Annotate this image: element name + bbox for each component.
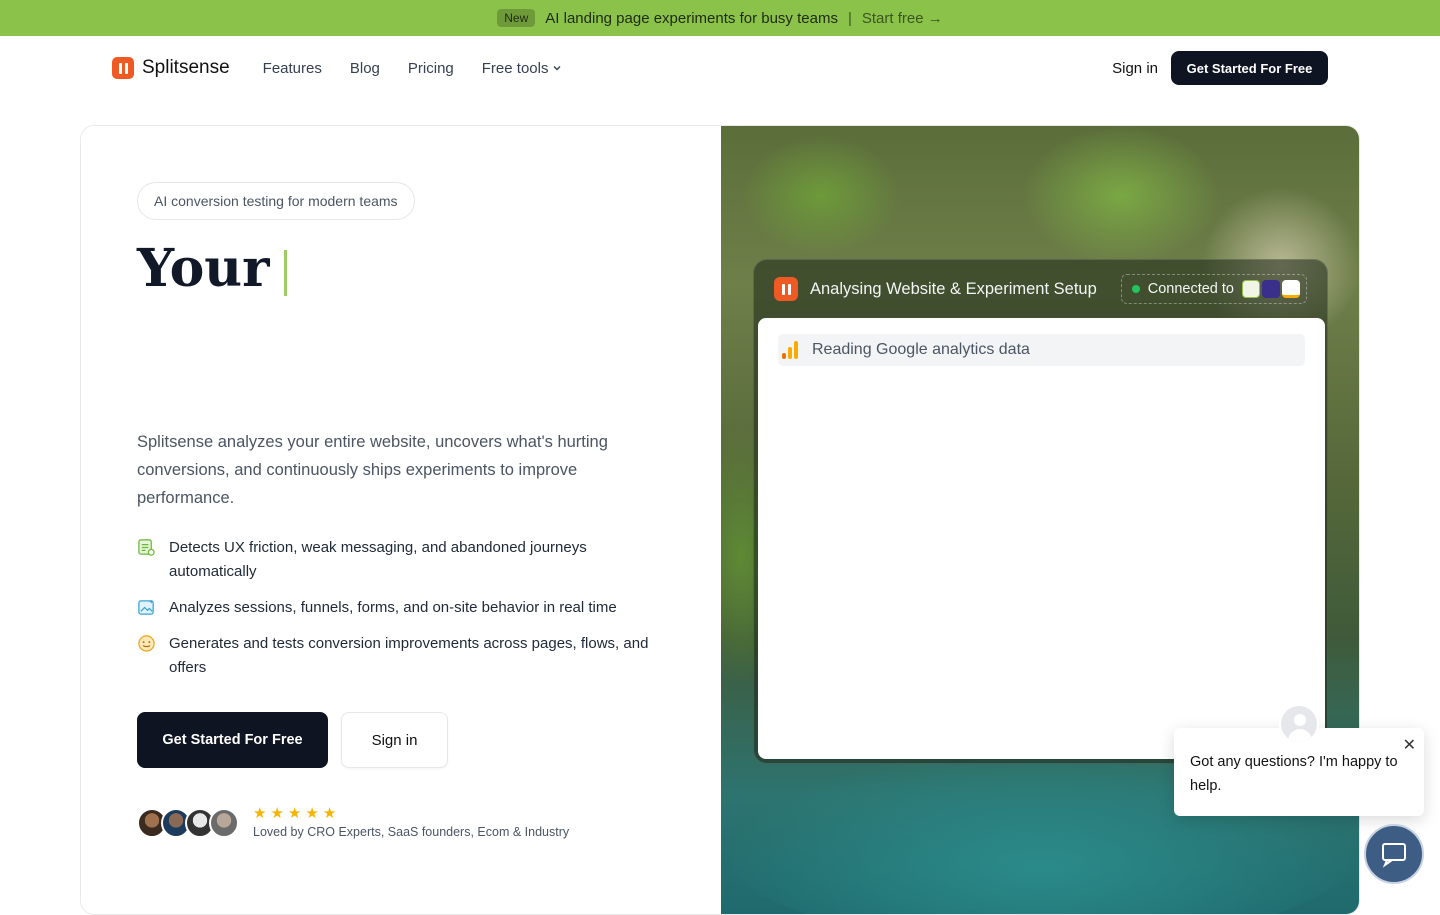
nav-link-free-tools[interactable]: Free tools bbox=[482, 60, 563, 77]
star-icon: ★ bbox=[322, 805, 337, 822]
panel-title: Analysing Website & Experiment Setup bbox=[810, 279, 1097, 298]
nav-link-blog[interactable]: Blog bbox=[350, 60, 380, 77]
google-analytics-icon bbox=[1282, 280, 1300, 298]
status-dot-icon bbox=[1131, 285, 1140, 293]
hero-description: Splitsense analyzes your entire website,… bbox=[137, 433, 608, 507]
panel-header: Analysing Website & Experiment Setup Con… bbox=[754, 260, 1327, 318]
star-icon: ★ bbox=[305, 805, 319, 822]
splitsense-logo-icon bbox=[112, 57, 134, 79]
nav-link-pricing[interactable]: Pricing bbox=[408, 60, 454, 77]
chat-agent-avatar bbox=[1279, 704, 1319, 744]
feature-item: Analyzes sessions, funnels, forms, and o… bbox=[137, 596, 657, 620]
typing-caret bbox=[283, 249, 287, 296]
chevron-down-icon bbox=[553, 66, 561, 71]
star-icon: ★ bbox=[253, 805, 267, 822]
new-badge: New bbox=[497, 9, 536, 27]
feature-text: Detects UX friction, weak messaging, and… bbox=[169, 539, 587, 580]
star-rating: ★ ★ ★ ★ ★ bbox=[253, 806, 569, 821]
integration-app-icon bbox=[1262, 280, 1280, 298]
brand-name: Splitsense bbox=[142, 57, 230, 78]
hero-pill: AI conversion testing for modern teams bbox=[137, 182, 415, 220]
hero-left: AI conversion testing for modern teams Y… bbox=[81, 126, 721, 914]
panel-body: Reading Google analytics data bbox=[758, 318, 1325, 759]
banner-separator: | bbox=[847, 9, 852, 27]
star-icon: ★ bbox=[287, 805, 302, 822]
nav-get-started-button[interactable]: Get Started For Free bbox=[1171, 51, 1328, 85]
task-row: Reading Google analytics data bbox=[778, 334, 1305, 366]
announcement-banner[interactable]: New AI landing page experiments for busy… bbox=[0, 0, 1440, 36]
feature-list: Detects UX friction, weak messaging, and… bbox=[137, 536, 657, 692]
free-tools-label: Free tools bbox=[481, 59, 549, 77]
headline-text: Your bbox=[137, 238, 270, 299]
image-sparkle-icon bbox=[138, 599, 154, 615]
connected-label: Connected to bbox=[1147, 281, 1234, 297]
banner-message: AI landing page experiments for busy tea… bbox=[545, 9, 838, 27]
integration-icons bbox=[1242, 280, 1300, 298]
chat-launcher-button[interactable] bbox=[1364, 824, 1424, 884]
chat-icon bbox=[1382, 843, 1406, 868]
nav-links: Features Blog Pricing Free tools bbox=[263, 60, 563, 77]
google-analytics-icon bbox=[782, 341, 802, 359]
feature-item: Generates and tests conversion improveme… bbox=[137, 632, 657, 680]
rating-block: ★ ★ ★ ★ ★ Loved by CRO Experts, SaaS fou… bbox=[253, 806, 569, 839]
feature-item: Detects UX friction, weak messaging, and… bbox=[137, 536, 657, 584]
avatar bbox=[209, 807, 239, 838]
hero-signin-button[interactable]: Sign in bbox=[341, 712, 448, 768]
smile-icon bbox=[138, 635, 155, 652]
connected-integrations: Connected to bbox=[1120, 274, 1307, 304]
nav-signin-link[interactable]: Sign in bbox=[1112, 60, 1158, 77]
customer-avatars bbox=[137, 807, 239, 838]
hero-section: AI conversion testing for modern teams Y… bbox=[80, 125, 1360, 915]
top-nav: Splitsense Features Blog Pricing Free to… bbox=[0, 36, 1440, 100]
hero-get-started-button[interactable]: Get Started For Free bbox=[137, 712, 328, 768]
star-icon: ★ bbox=[270, 805, 284, 822]
foliage-decoration bbox=[1021, 126, 1221, 266]
hero-cta-row: Get Started For Free Sign in bbox=[137, 712, 448, 768]
close-icon[interactable]: ✕ bbox=[1403, 734, 1416, 758]
analysis-panel: Analysing Website & Experiment Setup Con… bbox=[753, 259, 1328, 764]
task-text: Reading Google analytics data bbox=[812, 341, 1030, 358]
hero-headline: Your bbox=[137, 238, 287, 299]
feature-text: Analyzes sessions, funnels, forms, and o… bbox=[169, 599, 617, 616]
social-proof-text: Loved by CRO Experts, SaaS founders, Eco… bbox=[253, 825, 570, 839]
nav-actions: Sign in Get Started For Free bbox=[1112, 51, 1328, 85]
social-proof: ★ ★ ★ ★ ★ Loved by CRO Experts, SaaS fou… bbox=[137, 806, 569, 839]
splitsense-logo-icon bbox=[774, 277, 798, 301]
foliage-decoration bbox=[741, 136, 901, 256]
checklist-icon bbox=[138, 539, 155, 556]
shopify-icon bbox=[1242, 280, 1260, 298]
brand-logo[interactable]: Splitsense bbox=[112, 57, 230, 79]
chat-message: Got any questions? I'm happy to help. bbox=[1190, 754, 1398, 794]
start-free-link[interactable]: Start free → bbox=[862, 10, 943, 27]
feature-text: Generates and tests conversion improveme… bbox=[169, 635, 649, 676]
nav-link-features[interactable]: Features bbox=[263, 60, 322, 77]
